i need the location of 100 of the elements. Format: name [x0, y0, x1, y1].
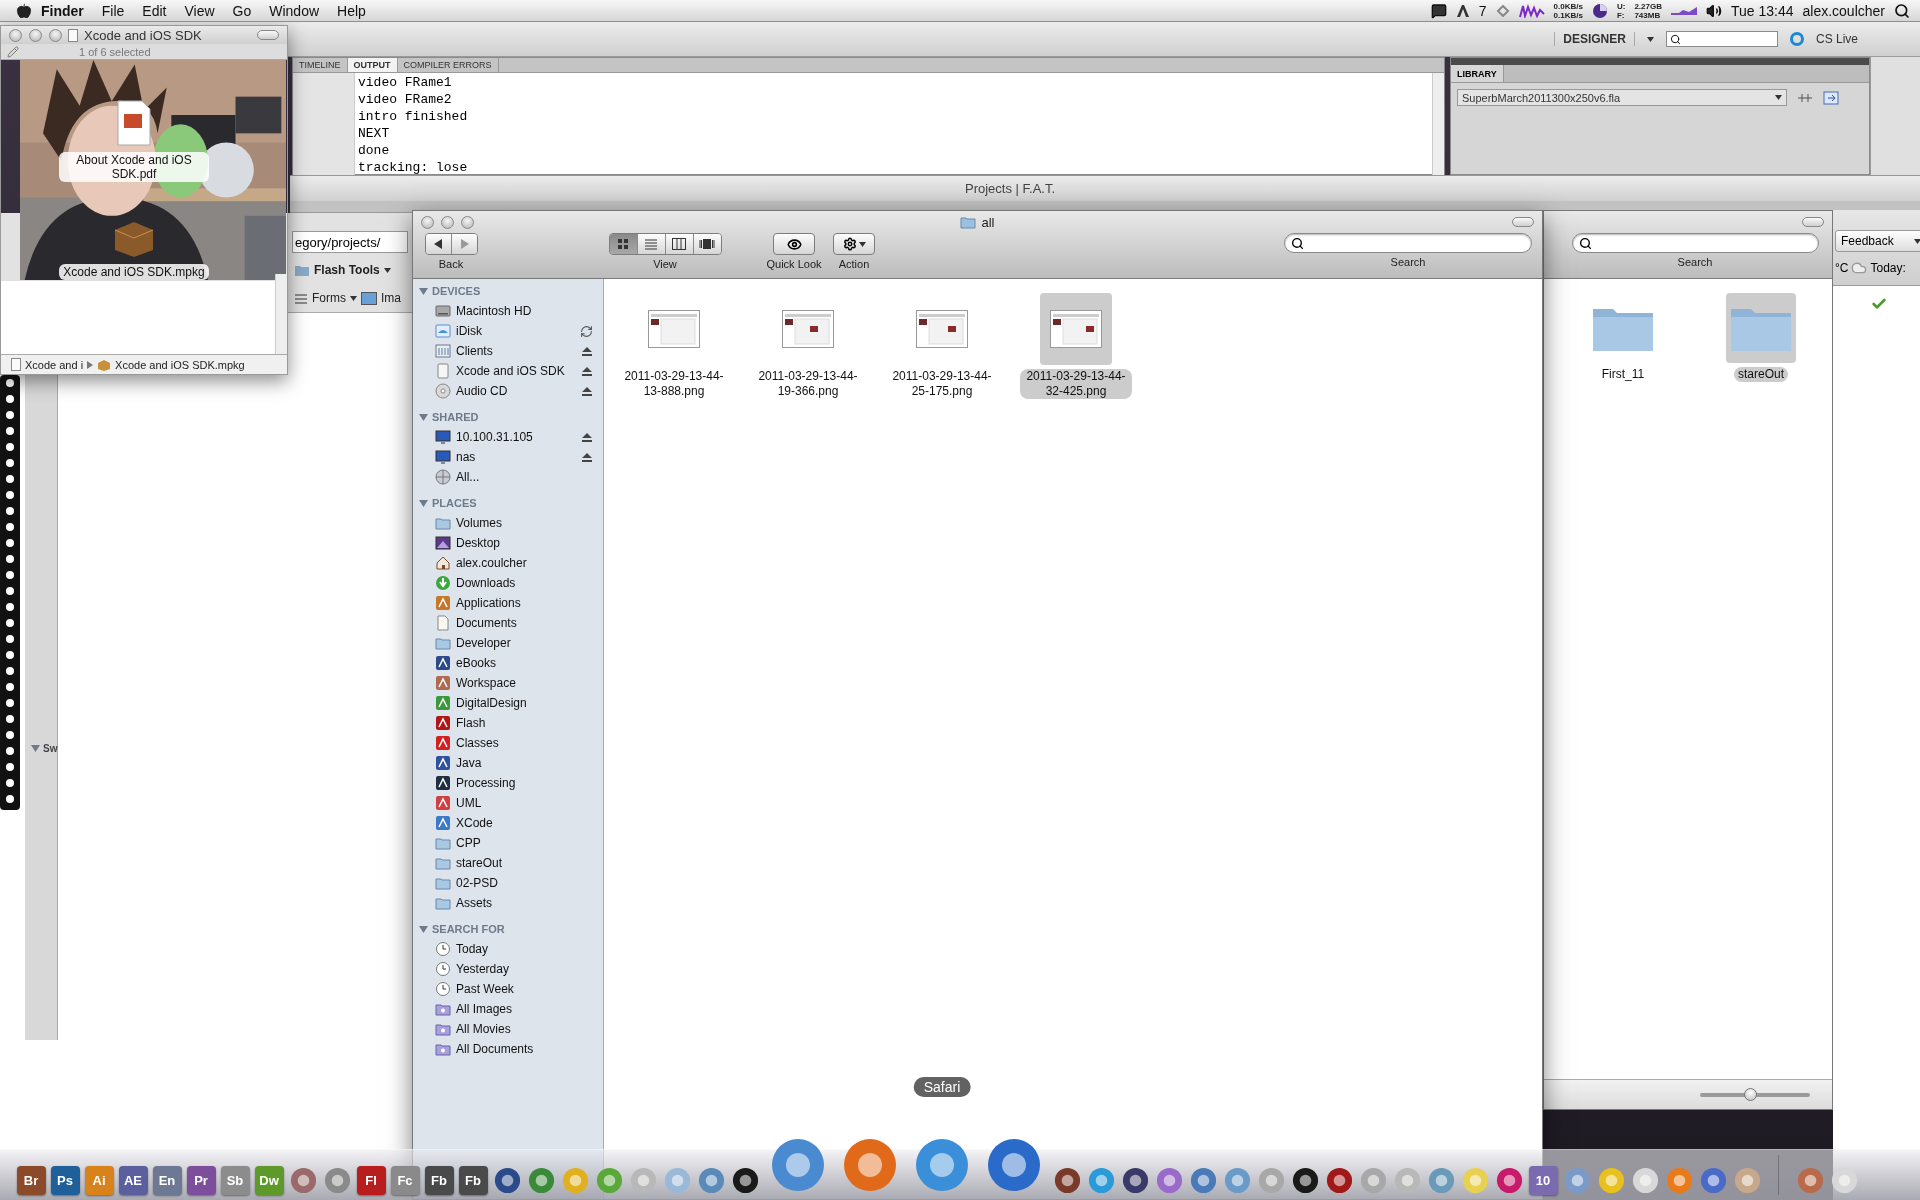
- sync-icon[interactable]: [580, 324, 593, 338]
- sidebar-item[interactable]: CPP: [413, 833, 603, 853]
- workspace-menu[interactable]: DESIGNER: [1554, 32, 1635, 46]
- chat-icon[interactable]: [1430, 2, 1447, 19]
- eject-icon[interactable]: [581, 345, 593, 357]
- sidebar-item[interactable]: Processing: [413, 773, 603, 793]
- minimize-button[interactable]: [441, 215, 454, 229]
- menu-item[interactable]: Go: [223, 2, 261, 19]
- cs-live-button[interactable]: CS Live: [1815, 32, 1858, 46]
- sidebar-item[interactable]: stareOut: [413, 853, 603, 873]
- path-item[interactable]: Xcode and iOS SDK.mpkg: [115, 358, 245, 371]
- sidebar-item[interactable]: All Movies: [413, 1019, 603, 1039]
- sidebar-item[interactable]: iDisk: [413, 321, 603, 341]
- user-name[interactable]: alex.coulcher: [1802, 2, 1885, 19]
- sidebar-item[interactable]: Past Week: [413, 979, 603, 999]
- sidebar-item[interactable]: All...: [413, 467, 603, 487]
- sidebar-item[interactable]: Java: [413, 753, 603, 773]
- sidebar-item[interactable]: Macintosh HD: [413, 301, 603, 321]
- sidebar-item[interactable]: 10.100.31.105: [413, 427, 603, 447]
- sidebar-item[interactable]: Classes: [413, 733, 603, 753]
- disclosure-triangle-icon[interactable]: [419, 286, 428, 296]
- sidebar-item[interactable]: Assets: [413, 893, 603, 913]
- search-field[interactable]: [1571, 233, 1819, 253]
- volume-icon[interactable]: [1705, 2, 1722, 19]
- sidebar-item[interactable]: Yesterday: [413, 959, 603, 979]
- panel-tab[interactable]: OUTPUT: [347, 58, 398, 72]
- sidebar-item[interactable]: Xcode and iOS SDK: [413, 361, 603, 381]
- dock-item[interactable]: Fb: [424, 1166, 454, 1195]
- toolbar-toggle-button[interactable]: [257, 30, 279, 40]
- disclosure-triangle-icon[interactable]: [419, 924, 428, 934]
- sidebar-item[interactable]: UML: [413, 793, 603, 813]
- close-button[interactable]: [421, 215, 434, 229]
- sidebar-item[interactable]: 02-PSD: [413, 873, 603, 893]
- file-name[interactable]: 2011-03-29-13-44-19-366.png: [752, 369, 864, 399]
- search-icon[interactable]: [1894, 2, 1910, 19]
- disclosure-triangle-icon[interactable]: [419, 498, 428, 508]
- sidebar-item[interactable]: eBooks: [413, 653, 603, 673]
- disclosure-triangle-icon[interactable]: [31, 744, 40, 753]
- dock-item[interactable]: 10: [1528, 1166, 1558, 1195]
- eject-icon[interactable]: [581, 365, 593, 377]
- sidebar-item[interactable]: All Images: [413, 999, 603, 1019]
- disclosure-triangle-icon[interactable]: [419, 412, 428, 422]
- zoom-button[interactable]: [49, 28, 62, 42]
- eject-icon[interactable]: [581, 385, 593, 397]
- eject-icon[interactable]: [581, 431, 593, 443]
- pencil-icon[interactable]: [7, 45, 19, 58]
- app-icon[interactable]: [1052, 1166, 1082, 1195]
- sidebar-item[interactable]: All Documents: [413, 1039, 603, 1059]
- sidebar-item[interactable]: Desktop: [413, 533, 603, 553]
- view-mode-button[interactable]: [665, 234, 694, 254]
- minimize-button[interactable]: [29, 28, 42, 42]
- eject-icon[interactable]: [581, 451, 593, 463]
- app-icon[interactable]: [1120, 1166, 1150, 1195]
- dock-item[interactable]: Br: [16, 1166, 46, 1195]
- document-dropdown[interactable]: SuperbMarch2011300x250v6.fla: [1457, 89, 1787, 106]
- sidebar-item[interactable]: Documents: [413, 613, 603, 633]
- sidebar-item[interactable]: alex.coulcher: [413, 553, 603, 573]
- app-icon[interactable]: [1290, 1166, 1320, 1195]
- pdf-icon[interactable]: [114, 100, 154, 146]
- apple-menu-icon[interactable]: [16, 2, 32, 19]
- file-name[interactable]: 2011-03-29-13-44-25-175.png: [886, 369, 998, 399]
- zoom-button[interactable]: [461, 215, 474, 229]
- toolbar-toggle-button[interactable]: [1802, 217, 1824, 227]
- sidebar-item[interactable]: Volumes: [413, 513, 603, 533]
- menu-item[interactable]: Window: [260, 2, 329, 19]
- search-field[interactable]: [1665, 31, 1778, 47]
- bookmark[interactable]: Ima: [381, 291, 401, 305]
- folder-name[interactable]: stareOut: [1734, 367, 1788, 382]
- folder-name[interactable]: First_11: [1597, 367, 1649, 382]
- feedback-button[interactable]: Feedback: [1835, 230, 1920, 252]
- back-button[interactable]: [425, 234, 452, 254]
- dock-item[interactable]: AE: [118, 1166, 148, 1195]
- sidebar-item[interactable]: Developer: [413, 633, 603, 653]
- search-field[interactable]: [1284, 233, 1532, 253]
- app-icon[interactable]: [730, 1166, 760, 1195]
- sidebar-item[interactable]: Flash: [413, 713, 603, 733]
- sidebar-item[interactable]: Workspace: [413, 673, 603, 693]
- panel-tab[interactable]: TIMELINE: [293, 58, 348, 72]
- sidebar-item[interactable]: DigitalDesign: [413, 693, 603, 713]
- sidebar-item[interactable]: Downloads: [413, 573, 603, 593]
- toolbar-toggle-button[interactable]: [1512, 217, 1534, 227]
- bookmark[interactable]: Forms: [312, 291, 346, 305]
- dock-item[interactable]: Pr: [186, 1166, 216, 1195]
- sidebar-item[interactable]: Applications: [413, 593, 603, 613]
- panel-tab[interactable]: COMPILER ERRORS: [397, 58, 499, 72]
- ring-icon[interactable]: [1789, 32, 1804, 46]
- quick-look-button[interactable]: [773, 233, 815, 255]
- file-name[interactable]: 2011-03-29-13-44-13-888.png: [618, 369, 730, 399]
- menu-item[interactable]: File: [92, 2, 134, 19]
- sidebar-item[interactable]: XCode: [413, 813, 603, 833]
- sidebar-item[interactable]: Today: [413, 939, 603, 959]
- action-button[interactable]: [833, 233, 875, 255]
- sidebar-item[interactable]: Audio CD: [413, 381, 603, 401]
- dock-item[interactable]: En: [152, 1166, 182, 1195]
- panel-tab[interactable]: LIBRARY: [1451, 65, 1504, 82]
- file-icon[interactable]: [1040, 293, 1112, 365]
- file-name[interactable]: 2011-03-29-13-44-32-425.png: [1020, 369, 1132, 399]
- view-mode-button[interactable]: [693, 234, 721, 254]
- dock-item[interactable]: Fl: [356, 1166, 386, 1195]
- dock-item[interactable]: Fb: [458, 1166, 488, 1195]
